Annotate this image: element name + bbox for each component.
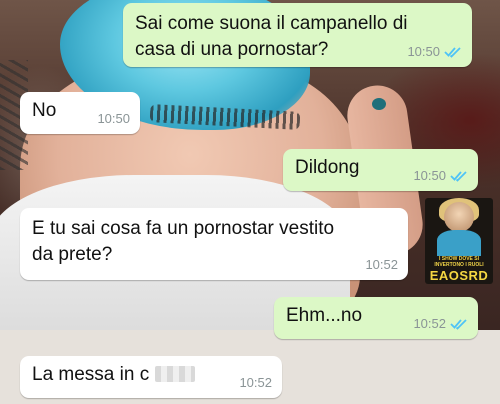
message-time: 10:52	[365, 257, 398, 272]
message-meta: 10:50	[97, 112, 130, 126]
message-time: 10:50	[407, 44, 440, 59]
photo-teal-nail	[372, 98, 386, 110]
message-time: 10:50	[97, 111, 130, 126]
message-bubble-outgoing[interactable]: Ehm...no 10:52	[274, 297, 478, 339]
message-bubble-incoming[interactable]: La messa in c 10:52	[20, 356, 282, 398]
message-bubble-outgoing[interactable]: Dildong 10:50	[283, 149, 478, 191]
double-check-icon	[450, 170, 468, 182]
message-time: 10:50	[413, 168, 446, 183]
logo-figure-face	[444, 202, 474, 232]
message-text: No	[32, 100, 57, 121]
message-meta: 10:50	[407, 45, 462, 59]
message-text: Ehm...no	[286, 305, 363, 326]
message-text: E tu sai cosa fa un pornostar vestito da…	[32, 218, 335, 265]
double-check-icon	[444, 46, 462, 58]
double-check-icon	[450, 318, 468, 330]
message-text: Dildong	[295, 157, 360, 178]
message-text: La messa in c	[32, 364, 150, 385]
message-time: 10:52	[413, 316, 446, 331]
message-meta: 10:52	[365, 258, 398, 272]
message-meta: 10:50	[413, 169, 468, 183]
message-time: 10:52	[239, 375, 272, 390]
message-text: Sai come suona il campanello di casa di …	[135, 13, 408, 60]
watermark-logo: I SHOW DOVE SI INVERTONO I RUOLI EAOSRD	[425, 198, 493, 284]
censor-blur	[154, 366, 195, 382]
logo-title: EAOSRD	[429, 268, 489, 283]
message-bubble-incoming[interactable]: E tu sai cosa fa un pornostar vestito da…	[20, 208, 408, 280]
message-bubble-incoming[interactable]: No 10:50	[20, 92, 140, 134]
logo-tagline: I SHOW DOVE SI INVERTONO I RUOLI	[434, 256, 484, 268]
message-meta: 10:52	[239, 376, 272, 390]
message-meta: 10:52	[413, 317, 468, 331]
logo-figure-body	[437, 230, 481, 256]
message-bubble-outgoing[interactable]: Sai come suona il campanello di casa di …	[123, 3, 472, 67]
